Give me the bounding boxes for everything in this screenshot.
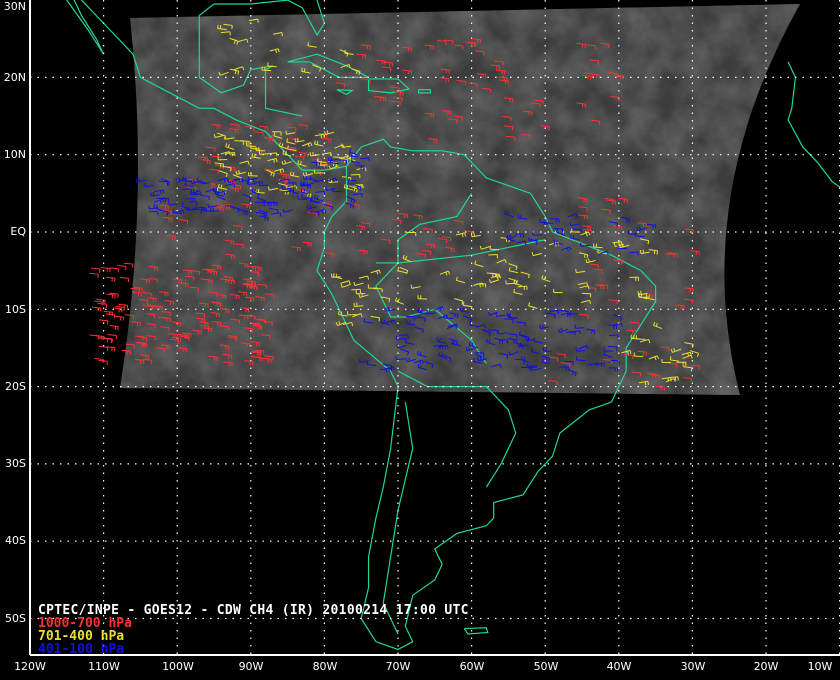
- wind-barb: [114, 315, 124, 321]
- lon-label: 70W: [385, 660, 411, 673]
- lat-label: 30S: [5, 457, 26, 470]
- wind-barb: [113, 307, 123, 313]
- wind-barb: [119, 276, 130, 283]
- lon-label: 20W: [753, 660, 779, 673]
- lat-label: 10N: [3, 148, 26, 161]
- lat-label: 50S: [5, 612, 26, 625]
- map-canvas: [29, 0, 840, 656]
- lon-label: 120W: [14, 660, 46, 673]
- baja-outline: [65, 0, 105, 55]
- wind-barb: [91, 306, 102, 312]
- lon-label: 100W: [162, 660, 194, 673]
- legend-high-level: 401-100 hPa: [38, 642, 125, 654]
- lon-label: 30W: [680, 660, 706, 673]
- wind-barb: [105, 276, 116, 282]
- lat-label: 10S: [5, 303, 26, 316]
- lat-label: 40S: [5, 534, 26, 547]
- lon-label: 90W: [238, 660, 264, 673]
- lat-label: 30N: [3, 0, 26, 13]
- lat-label: 20N: [3, 71, 26, 84]
- falklands-outline: [463, 627, 489, 635]
- lon-label: 110W: [88, 660, 120, 673]
- wind-barb: [89, 272, 99, 278]
- lat-label: 20S: [5, 380, 26, 393]
- cloud-texture: [120, 4, 800, 395]
- africa-outline: [787, 61, 840, 188]
- wind-barb: [106, 293, 116, 299]
- wind-barb: [105, 313, 116, 319]
- wind-barb: [109, 267, 120, 273]
- wind-barb: [97, 302, 108, 308]
- satellite-wind-map: 30N 20N 10N EQ 10S 20S 30S 40S 50S 120W …: [0, 0, 840, 680]
- wind-barb: [109, 292, 119, 298]
- wind-barb: [101, 267, 111, 273]
- wind-barb: [90, 267, 101, 273]
- lon-label: 50W: [533, 660, 559, 673]
- lon-label: 10W: [807, 660, 833, 673]
- wind-barb: [89, 334, 100, 340]
- lon-label: 60W: [459, 660, 485, 673]
- wind-barb: [98, 337, 109, 343]
- wind-barb: [98, 345, 109, 351]
- wind-barb: [103, 310, 114, 316]
- lat-label: EQ: [10, 225, 26, 238]
- lon-label: 80W: [312, 660, 338, 673]
- wind-barb: [109, 325, 119, 331]
- lon-label: 40W: [606, 660, 632, 673]
- wind-barb: [123, 262, 134, 268]
